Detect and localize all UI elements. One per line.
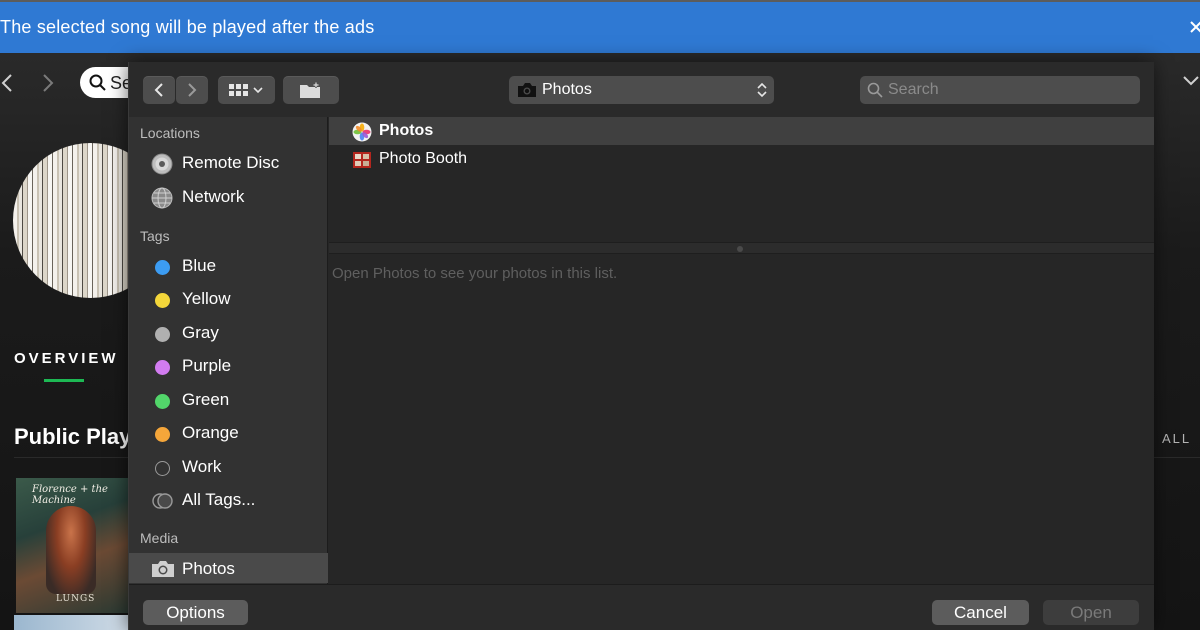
dialog-sidebar: Locations Remote Disc Network Tags Blue [129,117,328,584]
new-folder-button[interactable] [283,76,339,104]
new-folder-icon [300,82,320,98]
file-row-label: Photo Booth [379,150,468,167]
ad-banner: The selected song will be played after t… [0,0,1200,53]
sidebar-tag-blue[interactable]: Blue [129,250,328,280]
sidebar-item-label: Network [182,187,245,206]
sidebar-item-label: Work [182,457,222,476]
tag-color-dot [155,327,170,342]
options-button[interactable]: Options [143,600,248,625]
camera-icon [518,83,536,97]
sidebar-item-photos[interactable]: Photos [129,553,328,583]
chevron-left-icon [154,83,163,97]
file-row-photo-booth[interactable]: Photo Booth [329,145,1154,173]
sidebar-item-label: Remote Disc [182,153,280,172]
pane-splitter[interactable] [329,242,1154,254]
album-cover[interactable]: Florence + the Machine LUNGS [16,478,128,613]
dialog-search-field[interactable] [860,76,1140,104]
search-input[interactable] [888,79,1128,101]
tag-color-dot [155,293,170,308]
location-label: Photos [542,81,592,98]
forward-arrow-icon[interactable] [40,72,56,94]
sidebar-item-remote-disc[interactable]: Remote Disc [129,147,328,177]
album-artist-text: Florence + the Machine [32,484,108,506]
all-tags-icon [152,493,173,509]
cancel-button[interactable]: Cancel [932,600,1029,625]
sidebar-tag-work[interactable]: Work [129,451,328,481]
camera-icon [152,561,174,577]
sidebar-tag-green[interactable]: Green [129,384,328,414]
splitter-handle[interactable] [737,246,743,252]
empty-preview-hint: Open Photos to see your photos in this l… [332,265,618,282]
dialog-footer: Options Cancel Open [129,584,1154,630]
chevron-down-icon [253,87,263,94]
tag-color-dot [155,427,170,442]
sidebar-item-label: Orange [182,423,239,442]
globe-icon [151,187,173,209]
sidebar-item-label: Green [182,390,230,409]
sidebar-item-label: Gray [182,323,219,342]
sidebar-item-label: All Tags... [182,490,256,509]
sidebar-tag-purple[interactable]: Purple [129,350,328,380]
sidebar-tag-gray[interactable]: Gray [129,317,328,347]
sidebar-item-label: Photos [182,559,235,578]
file-row-photos[interactable]: Photos [329,117,1154,145]
banner-text: The selected song will be played after t… [0,17,375,37]
back-arrow-icon[interactable] [0,72,16,94]
file-row-label: Photos [379,122,434,139]
view-mode-button[interactable] [218,76,275,104]
locations-header: Locations [140,125,200,141]
photo-booth-icon [353,152,371,168]
tab-overview[interactable]: OVERVIEW [14,350,119,367]
search-icon [867,82,883,98]
file-open-dialog: Photos Locations Remote Disc [128,62,1154,630]
sidebar-item-label: Yellow [182,289,231,308]
album-cover-2[interactable] [14,615,128,630]
open-button[interactable]: Open [1043,600,1139,625]
media-header: Media [140,530,179,546]
section-title: Public Play [14,424,132,449]
tab-underline [44,379,84,382]
tag-color-dot [155,360,170,375]
forward-button[interactable] [176,76,208,104]
updown-chevron-icon [757,82,767,98]
search-icon [89,74,106,91]
dialog-toolbar: Photos [129,62,1154,117]
grid-view-icon [229,84,248,96]
sidebar-tag-yellow[interactable]: Yellow [129,283,328,313]
back-button[interactable] [143,76,175,104]
location-dropdown[interactable]: Photos [509,76,774,104]
sidebar-item-network[interactable]: Network [129,181,328,211]
tag-color-dot [155,260,170,275]
file-browser: Photos Photo Booth Open Photos to see yo… [329,117,1154,584]
sidebar-tag-all-tags[interactable]: All Tags... [129,484,328,514]
see-all-link[interactable]: ALL [1162,431,1191,446]
album-name-text: LUNGS [56,594,96,604]
tag-color-dot [155,461,170,476]
tags-header: Tags [140,228,170,244]
sidebar-item-label: Blue [182,256,217,275]
chevron-down-icon[interactable] [1182,74,1200,88]
close-icon[interactable] [1188,16,1200,38]
photos-app-icon [352,122,372,142]
tag-color-dot [155,394,170,409]
chevron-right-icon [188,83,197,97]
sidebar-item-label: Purple [182,356,232,375]
sidebar-tag-orange[interactable]: Orange [129,417,328,447]
disc-icon [151,153,173,175]
album-figure [46,506,96,594]
